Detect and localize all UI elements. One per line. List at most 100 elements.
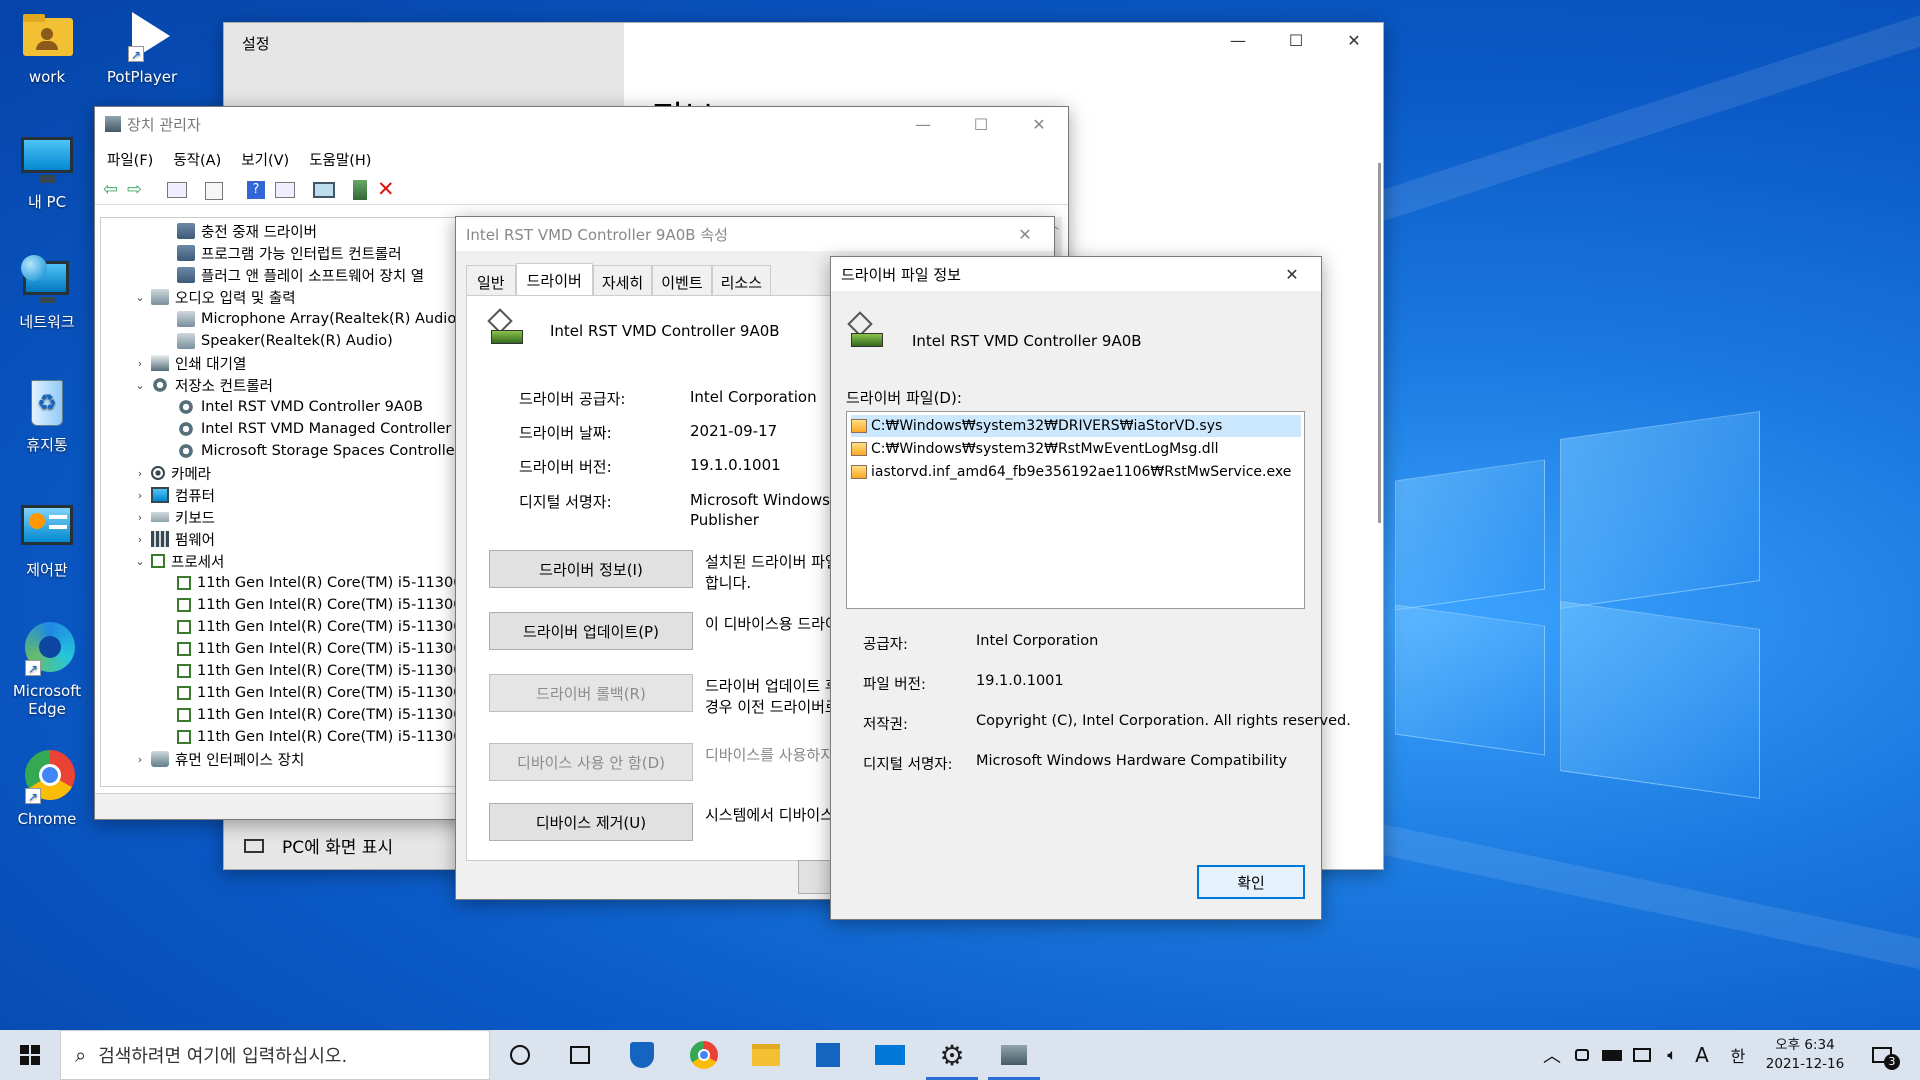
start-button[interactable] bbox=[0, 1030, 60, 1080]
chevron-right-icon[interactable]: › bbox=[133, 467, 147, 480]
scan-hardware-icon[interactable] bbox=[313, 182, 335, 198]
tree-item[interactable]: 11th Gen Intel(R) Core(TM) i5-11300H bbox=[159, 638, 473, 660]
network-icon[interactable] bbox=[1628, 1030, 1656, 1080]
tree-item[interactable]: 프로그램 가능 인터럽트 컨트롤러 bbox=[159, 242, 402, 264]
ok-button[interactable]: 확인 bbox=[1197, 865, 1305, 899]
tree-item[interactable]: Intel RST VMD Managed Controller 09 bbox=[159, 418, 474, 440]
cortana-button[interactable] bbox=[490, 1030, 550, 1080]
search-box[interactable]: ⌕ 검색하려면 여기에 입력하십시오. bbox=[60, 1030, 490, 1080]
tab-details[interactable]: 자세히 bbox=[592, 265, 653, 295]
tree-item[interactable]: Microsoft Storage Spaces Controller bbox=[159, 440, 461, 462]
close-button[interactable]: ✕ bbox=[996, 217, 1054, 251]
tree-item[interactable]: ⌄ 프로세서 bbox=[133, 550, 224, 572]
show-hidden-icons-icon[interactable]: ︿ bbox=[1538, 1030, 1566, 1080]
desktop-icon-recycle-bin[interactable]: ♻ 휴지통 bbox=[0, 378, 95, 455]
desktop-icon-network[interactable]: 네트워크 bbox=[0, 255, 95, 332]
file-list-item[interactable]: C:₩Windows₩system32₩DRIVERS₩iaStorVD.sys bbox=[851, 415, 1301, 437]
close-button[interactable]: ✕ bbox=[1263, 257, 1321, 291]
tree-item[interactable]: Intel RST VMD Controller 9A0B bbox=[159, 396, 423, 418]
tree-item[interactable]: 11th Gen Intel(R) Core(TM) i5-11300H bbox=[159, 726, 473, 748]
tree-item[interactable]: 11th Gen Intel(R) Core(TM) i5-11300H bbox=[159, 660, 473, 682]
chrome-app[interactable] bbox=[674, 1030, 734, 1080]
uninstall-device-icon[interactable]: ✕ bbox=[377, 177, 395, 201]
maximize-button[interactable]: ☐ bbox=[1267, 23, 1325, 57]
file-explorer-app[interactable] bbox=[736, 1030, 796, 1080]
desktop-icon-work[interactable]: work bbox=[0, 12, 95, 86]
desktop-icon-potplayer[interactable]: ↗ PotPlayer bbox=[94, 12, 190, 86]
minimize-button[interactable]: — bbox=[894, 107, 952, 141]
device-manager-app[interactable] bbox=[984, 1030, 1044, 1080]
menu-action[interactable]: 동작(A) bbox=[173, 149, 221, 170]
driver-action-button[interactable]: 드라이버 롤백(R) bbox=[489, 674, 693, 712]
tree-item[interactable]: › 인쇄 대기열 bbox=[133, 352, 246, 374]
close-button[interactable]: ✕ bbox=[1010, 107, 1068, 141]
tree-item[interactable]: ⌄ 저장소 컨트롤러 bbox=[133, 374, 273, 396]
driver-file-info-dialog[interactable]: 드라이버 파일 정보 ✕ Intel RST VMD Controller 9A… bbox=[830, 256, 1351, 920]
tree-item[interactable]: 11th Gen Intel(R) Core(TM) i5-11300H bbox=[159, 616, 473, 638]
desktop-icon-edge[interactable]: ↗ Microsoft Edge bbox=[0, 620, 95, 718]
tab-events[interactable]: 이벤트 bbox=[652, 265, 712, 295]
ime-mode[interactable]: A bbox=[1688, 1030, 1716, 1080]
chevron-down-icon[interactable]: ⌄ bbox=[133, 555, 147, 568]
file-list-item[interactable]: C:₩Windows₩system32₩RstMwEventLogMsg.dll bbox=[851, 438, 1301, 460]
meet-now-icon[interactable] bbox=[1568, 1030, 1596, 1080]
tab-resources[interactable]: 리소스 bbox=[711, 265, 772, 295]
action-pane-icon[interactable] bbox=[275, 182, 295, 198]
tree-item[interactable]: Microphone Array(Realtek(R) Audio) bbox=[159, 308, 462, 330]
tree-item[interactable]: 11th Gen Intel(R) Core(TM) i5-11300H bbox=[159, 704, 473, 726]
file-list-item[interactable]: iastorvd.inf_amd64_fb9e356192ae1106₩RstM… bbox=[851, 461, 1301, 483]
notification-center[interactable]: 3 bbox=[1862, 1030, 1902, 1080]
driver-action-button[interactable]: 디바이스 제거(U) bbox=[489, 803, 693, 841]
chevron-right-icon[interactable]: › bbox=[133, 753, 147, 766]
clock[interactable]: 오후 6:34 2021-12-16 bbox=[1760, 1030, 1850, 1080]
maximize-button[interactable]: ☐ bbox=[952, 107, 1010, 141]
mail-app[interactable] bbox=[860, 1030, 920, 1080]
menu-help[interactable]: 도움말(H) bbox=[309, 149, 371, 170]
tab-general[interactable]: 일반 bbox=[466, 265, 516, 295]
chevron-down-icon[interactable]: ⌄ bbox=[133, 379, 147, 392]
driver-files-list[interactable]: C:₩Windows₩system32₩DRIVERS₩iaStorVD.sys… bbox=[846, 411, 1305, 609]
driver-action-button[interactable]: 디바이스 사용 안 함(D) bbox=[489, 743, 693, 781]
scrollbar[interactable] bbox=[1378, 163, 1381, 523]
tree-item[interactable]: › 펌웨어 bbox=[133, 528, 215, 550]
chevron-right-icon[interactable]: › bbox=[133, 511, 147, 524]
desktop-icon-chrome[interactable]: ↗ Chrome bbox=[0, 748, 95, 828]
tree-item[interactable]: ⌄ 오디오 입력 및 출력 bbox=[133, 286, 296, 308]
settings-app[interactable]: ⚙ bbox=[922, 1030, 982, 1080]
update-driver-icon[interactable] bbox=[353, 180, 367, 200]
tree-item[interactable]: Speaker(Realtek(R) Audio) bbox=[159, 330, 393, 352]
driver-action-button[interactable]: 드라이버 정보(I) bbox=[489, 550, 693, 588]
tree-item[interactable]: 11th Gen Intel(R) Core(TM) i5-11300H bbox=[159, 572, 473, 594]
desktop-icon-control-panel[interactable]: 제어판 bbox=[0, 503, 95, 580]
menu-file[interactable]: 파일(F) bbox=[107, 149, 153, 170]
close-button[interactable]: ✕ bbox=[1325, 23, 1383, 57]
chevron-down-icon[interactable]: ⌄ bbox=[133, 291, 147, 304]
minimize-button[interactable]: — bbox=[1209, 23, 1267, 57]
tree-item[interactable]: 11th Gen Intel(R) Core(TM) i5-11300H bbox=[159, 594, 473, 616]
show-hide-console-icon[interactable] bbox=[167, 182, 187, 198]
back-arrow-icon[interactable]: ⇦ bbox=[103, 181, 118, 199]
task-view-button[interactable] bbox=[550, 1030, 610, 1080]
tree-item[interactable]: › 카메라 bbox=[133, 462, 211, 484]
tree-item[interactable]: 11th Gen Intel(R) Core(TM) i5-11300H bbox=[159, 682, 473, 704]
tree-item[interactable]: › 휴먼 인터페이스 장치 bbox=[133, 748, 304, 770]
tree-item[interactable]: › 키보드 bbox=[133, 506, 215, 528]
tab-driver[interactable]: 드라이버 bbox=[515, 263, 593, 297]
store-app[interactable] bbox=[798, 1030, 858, 1080]
volume-icon[interactable]: 🔈︎ bbox=[1658, 1030, 1686, 1080]
tree-item[interactable]: 충전 중재 드라이버 bbox=[159, 220, 317, 242]
forward-arrow-icon[interactable]: ⇨ bbox=[127, 181, 142, 199]
driver-action-button[interactable]: 드라이버 업데이트(P) bbox=[489, 612, 693, 650]
chevron-right-icon[interactable]: › bbox=[133, 533, 147, 546]
desktop-icon-my-pc[interactable]: 내 PC bbox=[0, 135, 95, 212]
nav-item-project-to-pc[interactable]: PC에 화면 표시 bbox=[244, 833, 393, 858]
chevron-right-icon[interactable]: › bbox=[133, 489, 147, 502]
menu-view[interactable]: 보기(V) bbox=[241, 149, 289, 170]
tree-item[interactable]: 플러그 앤 플레이 소프트웨어 장치 열 bbox=[159, 264, 424, 286]
help-icon[interactable]: ? bbox=[247, 181, 265, 199]
properties-icon[interactable] bbox=[205, 182, 223, 200]
battery-icon[interactable] bbox=[1598, 1030, 1626, 1080]
ime-language[interactable]: 한 bbox=[1724, 1030, 1752, 1080]
tree-item[interactable]: › 컴퓨터 bbox=[133, 484, 215, 506]
chevron-right-icon[interactable]: › bbox=[133, 357, 147, 370]
